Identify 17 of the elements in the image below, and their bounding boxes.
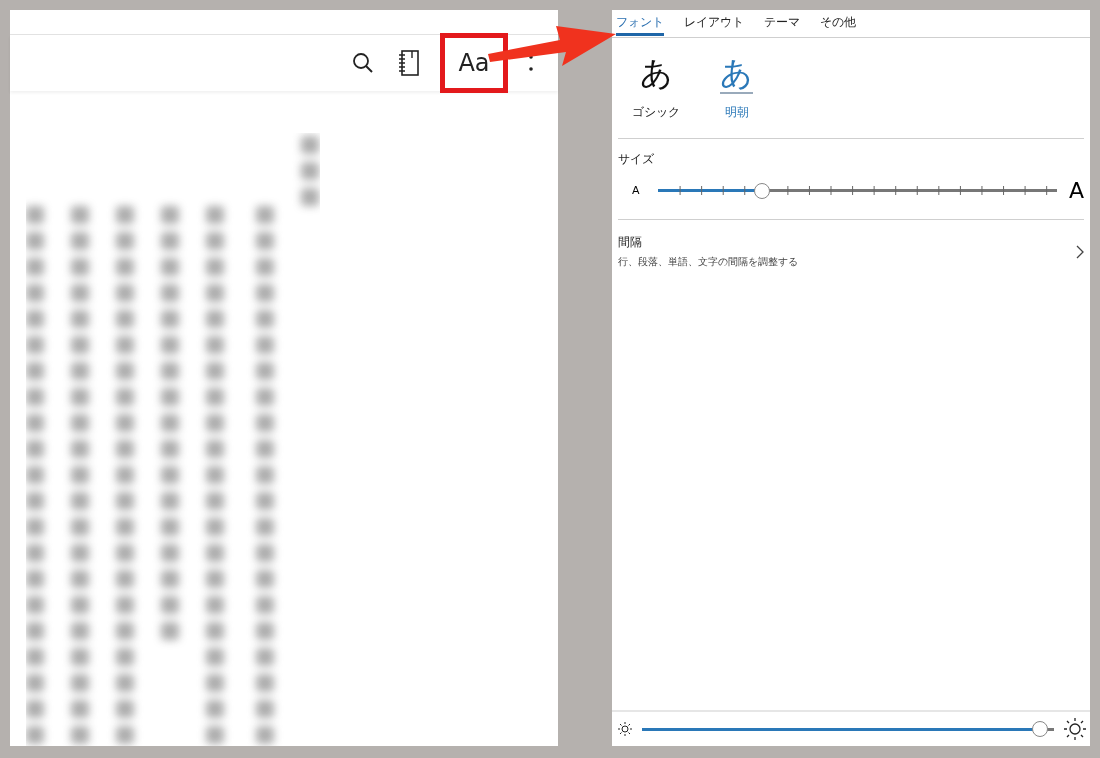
large-size-label: A (1068, 178, 1084, 203)
tab[interactable]: フォント (616, 10, 664, 36)
font-option[interactable]: あ ゴシック (632, 54, 680, 138)
search-icon[interactable] (352, 52, 374, 74)
tab[interactable]: テーマ (764, 10, 800, 36)
font-option[interactable]: あ 明朝 (720, 54, 753, 138)
bright-sun-icon (1064, 718, 1086, 740)
notebook-icon[interactable] (398, 50, 420, 76)
slider-thumb[interactable] (753, 182, 770, 199)
size-label: サイズ (618, 151, 655, 168)
tab[interactable]: その他 (820, 10, 856, 36)
tab[interactable]: レイアウト (684, 10, 744, 36)
chevron-right-icon (1076, 244, 1084, 259)
dim-sun-icon (618, 722, 632, 736)
slider-thumb[interactable] (1031, 721, 1048, 737)
spacing-item[interactable]: 間隔 行、段落、単語、文字の間隔を調整する (612, 220, 1090, 283)
small-size-label: A (632, 184, 641, 197)
